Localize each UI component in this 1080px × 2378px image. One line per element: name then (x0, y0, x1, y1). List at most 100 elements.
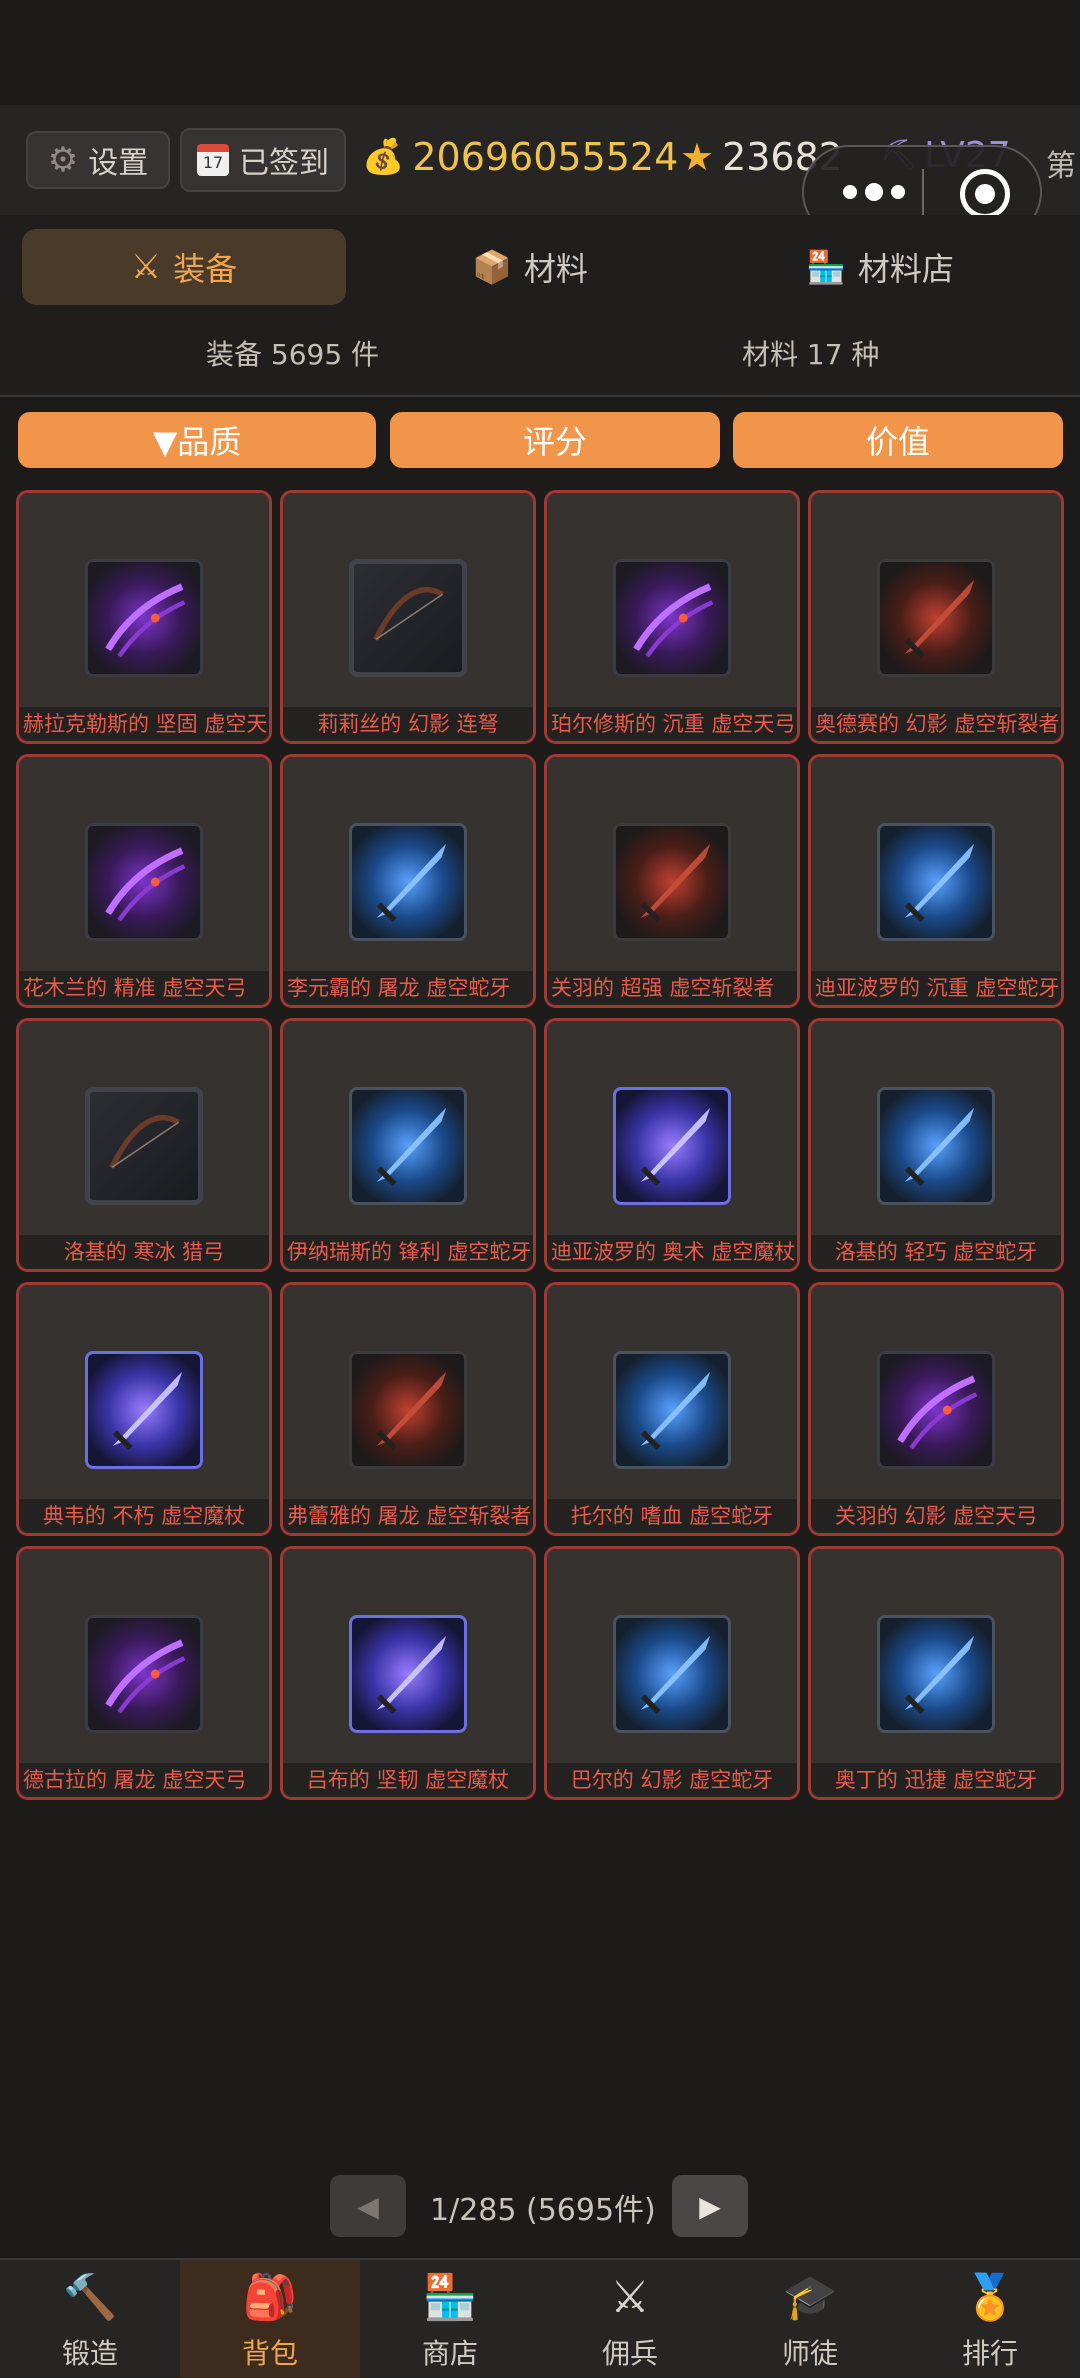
item-card[interactable]: 迪亚波罗的 沉重 虚空蛇牙 (808, 754, 1064, 1008)
sort-value-button[interactable]: 价值 (733, 412, 1063, 468)
equipment-count: 装备 5695 件 (206, 338, 380, 371)
item-card[interactable]: 珀尔修斯的 沉重 虚空天弓 (544, 490, 800, 744)
item-card[interactable]: 花木兰的 精准 虚空天弓 (16, 754, 272, 1008)
sort-quality-button[interactable]: ▼品质 (18, 412, 376, 468)
void-serpent-fang-icon (877, 1087, 995, 1205)
item-card[interactable]: 李元霸的 屠龙 虚空蛇牙 (280, 754, 536, 1008)
item-name: 李元霸的 屠龙 虚空蛇牙 (283, 971, 533, 1005)
item-name: 珀尔修斯的 沉重 虚空天弓 (547, 707, 797, 741)
item-card[interactable]: 迪亚波罗的 奥术 虚空魔杖 (544, 1018, 800, 1272)
sort-score-button[interactable]: 评分 (390, 412, 720, 468)
nav-mercenaries[interactable]: ⚔ 佣兵 (540, 2260, 720, 2378)
item-card[interactable]: 赫拉克勒斯的 坚固 虚空天弓 (16, 490, 272, 744)
gold-display: 💰 20696055524 (362, 135, 678, 179)
item-name: 赫拉克勒斯的 坚固 虚空天弓 (19, 707, 269, 741)
capsule-divider (922, 169, 924, 219)
item-card[interactable]: 巴尔的 幻影 虚空蛇牙 (544, 1546, 800, 1800)
pagination: ◀ 1/285 (5695件) ▶ (0, 2175, 1080, 2245)
void-bow-icon (877, 1351, 995, 1469)
bottom-navigation: 🔨 锻造 🎒 背包 🏪 商店 ⚔ 佣兵 🎓 师徒 🏅 排行 (0, 2258, 1080, 2378)
store-icon: 🏪 (806, 248, 846, 286)
hunting-bow-icon (85, 1087, 203, 1205)
crossbow-icon (349, 559, 467, 677)
item-card[interactable]: 莉莉丝的 幻影 连弩 (280, 490, 536, 744)
settings-button[interactable]: ⚙ 设置 (26, 131, 170, 189)
void-bow-icon (85, 559, 203, 677)
void-cleaver-icon (613, 823, 731, 941)
settings-label: 设置 (88, 146, 149, 181)
void-serpent-fang-icon (613, 1351, 731, 1469)
item-name: 典韦的 不朽 虚空魔杖 (19, 1499, 269, 1533)
item-card[interactable]: 典韦的 不朽 虚空魔杖 (16, 1282, 272, 1536)
void-staff-icon (85, 1351, 203, 1469)
item-card[interactable]: 伊纳瑞斯的 锋利 虚空蛇牙 (280, 1018, 536, 1272)
void-serpent-fang-icon (877, 1615, 995, 1733)
void-cleaver-icon (877, 559, 995, 677)
item-name: 奥德赛的 幻影 虚空斩裂者 (811, 707, 1061, 741)
nav-label: 锻造 (61, 2337, 118, 2370)
calendar-icon: 17 (197, 144, 229, 176)
item-card[interactable]: 弗蕾雅的 屠龙 虚空斩裂者 (280, 1282, 536, 1536)
medal-icon: 🏅 (962, 2272, 1018, 2323)
tab-label: 材料 (523, 250, 588, 288)
item-name: 吕布的 坚韧 虚空魔杖 (283, 1763, 533, 1797)
item-card[interactable]: 奥德赛的 幻影 虚空斩裂者 (808, 490, 1064, 744)
close-miniprogram-button[interactable] (960, 169, 1010, 219)
prev-page-button[interactable]: ◀ (330, 2175, 406, 2237)
item-name: 伊纳瑞斯的 锋利 虚空蛇牙 (283, 1235, 533, 1269)
item-name: 迪亚波罗的 沉重 虚空蛇牙 (811, 971, 1061, 1005)
nav-mentorship[interactable]: 🎓 师徒 (720, 2260, 900, 2378)
item-name: 洛基的 轻巧 虚空蛇牙 (811, 1235, 1061, 1269)
nav-label: 师徒 (781, 2337, 838, 2370)
void-staff-icon (613, 1087, 731, 1205)
item-name: 德古拉的 屠龙 虚空天弓 (19, 1763, 269, 1797)
money-bag-icon: 💰 (362, 137, 405, 177)
void-bow-icon (613, 559, 731, 677)
nav-label: 背包 (241, 2337, 298, 2370)
void-serpent-fang-icon (613, 1615, 731, 1733)
item-card[interactable]: 洛基的 寒冰 猎弓 (16, 1018, 272, 1272)
item-name: 迪亚波罗的 奥术 虚空魔杖 (547, 1235, 797, 1269)
item-card[interactable]: 吕布的 坚韧 虚空魔杖 (280, 1546, 536, 1800)
nav-forge[interactable]: 🔨 锻造 (0, 2260, 180, 2378)
void-bow-icon (85, 823, 203, 941)
signin-label: 已签到 (239, 146, 329, 181)
store-icon: 🏪 (422, 2272, 478, 2323)
more-menu-button[interactable] (834, 167, 914, 217)
void-bow-icon (85, 1615, 203, 1733)
item-card[interactable]: 托尔的 嗜血 虚空蛇牙 (544, 1282, 800, 1536)
void-serpent-fang-icon (349, 823, 467, 941)
next-page-button[interactable]: ▶ (672, 2175, 748, 2237)
gear-icon: ⚙ (47, 140, 79, 180)
item-name: 托尔的 嗜血 虚空蛇牙 (547, 1499, 797, 1533)
item-name: 关羽的 超强 虚空斩裂者 (547, 971, 797, 1005)
item-name: 关羽的 幻影 虚空天弓 (811, 1499, 1061, 1533)
sort-bar: ▼品质 评分 价值 (0, 400, 1080, 490)
hammer-icon: 🔨 (62, 2272, 118, 2323)
void-staff-icon (349, 1615, 467, 1733)
item-name: 巴尔的 幻影 虚空蛇牙 (547, 1763, 797, 1797)
tab-material-store[interactable]: 🏪 材料店 (730, 229, 1030, 305)
package-icon: 📦 (472, 248, 512, 286)
inventory-counts: 装备 5695 件 材料 17 种 (0, 315, 1080, 397)
item-card[interactable]: 关羽的 超强 虚空斩裂者 (544, 754, 800, 1008)
tab-equipment[interactable]: ⚔ 装备 (22, 229, 346, 305)
tab-label: 装备 (173, 250, 238, 288)
item-card[interactable]: 德古拉的 屠龙 虚空天弓 (16, 1546, 272, 1800)
void-serpent-fang-icon (349, 1087, 467, 1205)
inventory-tabs: ⚔ 装备 📦 材料 🏪 材料店 (0, 215, 1080, 315)
nav-ranking[interactable]: 🏅 排行 (900, 2260, 1080, 2378)
item-name: 奥丁的 迅捷 虚空蛇牙 (811, 1763, 1061, 1797)
signin-button[interactable]: 17 已签到 (180, 128, 346, 192)
nav-backpack[interactable]: 🎒 背包 (180, 2260, 360, 2378)
item-card[interactable]: 洛基的 轻巧 虚空蛇牙 (808, 1018, 1064, 1272)
page-indicator: 1/285 (5695件) (430, 2193, 656, 2228)
nav-label: 排行 (961, 2337, 1018, 2370)
item-card[interactable]: 关羽的 幻影 虚空天弓 (808, 1282, 1064, 1536)
tab-materials[interactable]: 📦 材料 (380, 229, 680, 305)
nav-shop[interactable]: 🏪 商店 (360, 2260, 540, 2378)
void-serpent-fang-icon (877, 823, 995, 941)
item-card[interactable]: 奥丁的 迅捷 虚空蛇牙 (808, 1546, 1064, 1800)
item-name: 洛基的 寒冰 猎弓 (19, 1235, 269, 1269)
backpack-icon: 🎒 (242, 2272, 298, 2323)
